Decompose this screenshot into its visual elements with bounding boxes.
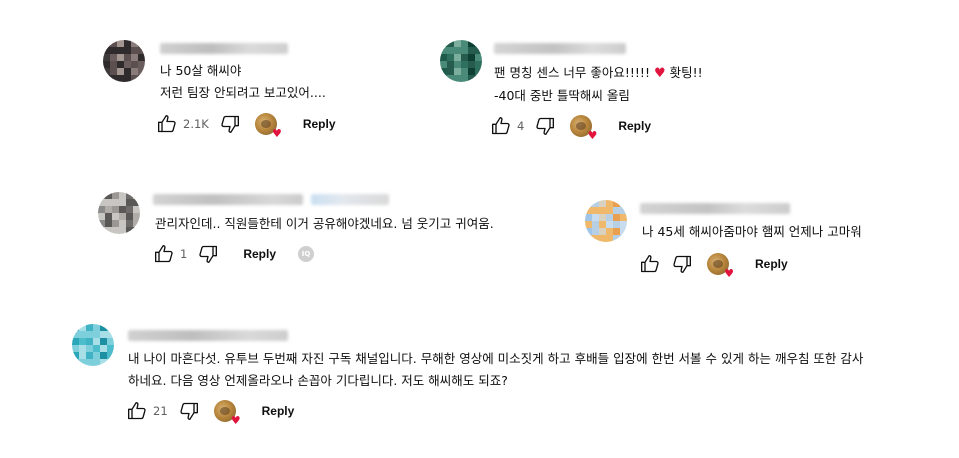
thumb-down-icon[interactable]	[671, 253, 693, 275]
comment-line: 하네요. 다음 영상 언제올라오나 손꼽아 기다립니다. 저도 해씨해도 되죠?	[128, 373, 508, 388]
author-name-blurred[interactable]	[640, 203, 790, 214]
comment-text: 팬 명칭 센스 너무 좋아요!!!!! ♥ 홧팅!! -40대 중반 틀딱해씨 …	[494, 62, 703, 107]
comment-line: 나 45세 해씨아줌마야 햄찌 언제나 고마워	[642, 224, 862, 239]
blurred-avatar-icon: IQ	[298, 246, 315, 262]
comment-text: 나 45세 해씨아줌마야 햄찌 언제나 고마워	[642, 221, 862, 243]
comment-line: 내 나이 마흔다섯. 유투브 두번째 자진 구독 채널입니다. 무해한 영상에 …	[128, 351, 864, 366]
comment-text: 내 나이 마흔다섯. 유투브 두번째 자진 구독 채널입니다. 무해한 영상에 …	[128, 348, 863, 392]
author-badge-blurred	[311, 194, 389, 205]
thumb-down-icon[interactable]	[197, 243, 219, 265]
creator-heart-icon: ♥	[213, 400, 241, 426]
author-name-blurred[interactable]	[160, 43, 288, 54]
thumb-up-icon[interactable]	[126, 400, 148, 422]
comment-text: 나 50살 해씨야 저런 팀장 안되려고 보고있어....	[160, 60, 326, 104]
reply-button[interactable]: Reply	[243, 247, 276, 261]
reply-button[interactable]: Reply	[262, 404, 295, 418]
reply-button[interactable]: Reply	[755, 257, 788, 271]
thumb-down-icon[interactable]	[534, 115, 556, 137]
comment-actions: 1 Reply IQ	[153, 242, 315, 266]
like-count: 4	[517, 119, 525, 133]
heart-emoji-icon: ♥	[653, 66, 666, 81]
comment-line: 팬 명칭 센스 너무 좋아요!!!!! ♥ 홧팅!!	[494, 62, 703, 85]
creator-heart-icon: ♥	[254, 113, 282, 139]
thumb-down-icon[interactable]	[219, 113, 241, 135]
thumb-up-icon[interactable]	[639, 253, 661, 275]
like-count: 2.1K	[183, 117, 209, 131]
thumb-up-icon[interactable]	[490, 115, 512, 137]
like-count: 21	[153, 404, 168, 418]
comment-line: -40대 중반 틀딱해씨 올림	[494, 88, 630, 103]
avatar[interactable]	[440, 40, 482, 82]
avatar[interactable]	[585, 200, 627, 242]
comment-line-text: 팬 명칭 센스 너무 좋아요!!!!!	[494, 65, 650, 80]
reply-button[interactable]: Reply	[618, 119, 651, 133]
avatar[interactable]	[103, 40, 145, 82]
avatar[interactable]	[72, 324, 114, 366]
comment-actions: ♥ Reply	[639, 252, 788, 279]
comment-text: 관리자인데.. 직원들한테 이거 공유해야겠네요. 넘 웃기고 귀여움.	[155, 213, 494, 235]
author-name-blurred[interactable]	[153, 194, 303, 205]
comment-actions: 21 ♥ Reply	[126, 399, 295, 426]
thumb-up-icon[interactable]	[156, 113, 178, 135]
comment-line: 나 50살 해씨야	[160, 63, 242, 78]
comment-actions: 4 ♥ Reply	[490, 114, 651, 141]
creator-heart-icon: ♥	[707, 253, 734, 279]
author-name-blurred[interactable]	[128, 330, 288, 341]
comment-line: 관리자인데.. 직원들한테 이거 공유해야겠네요. 넘 웃기고 귀여움.	[155, 216, 494, 231]
comment-line: 저런 팀장 안되려고 보고있어....	[160, 85, 326, 100]
creator-heart-icon: ♥	[570, 115, 597, 141]
comment-actions: 2.1K ♥ Reply	[156, 112, 336, 139]
thumb-down-icon[interactable]	[178, 400, 200, 422]
reply-button[interactable]: Reply	[303, 117, 336, 131]
comment-line-text: 홧팅!!	[669, 65, 703, 80]
avatar[interactable]	[98, 192, 140, 234]
like-count: 1	[180, 247, 188, 261]
author-name-blurred[interactable]	[494, 43, 626, 54]
thumb-up-icon[interactable]	[153, 243, 175, 265]
